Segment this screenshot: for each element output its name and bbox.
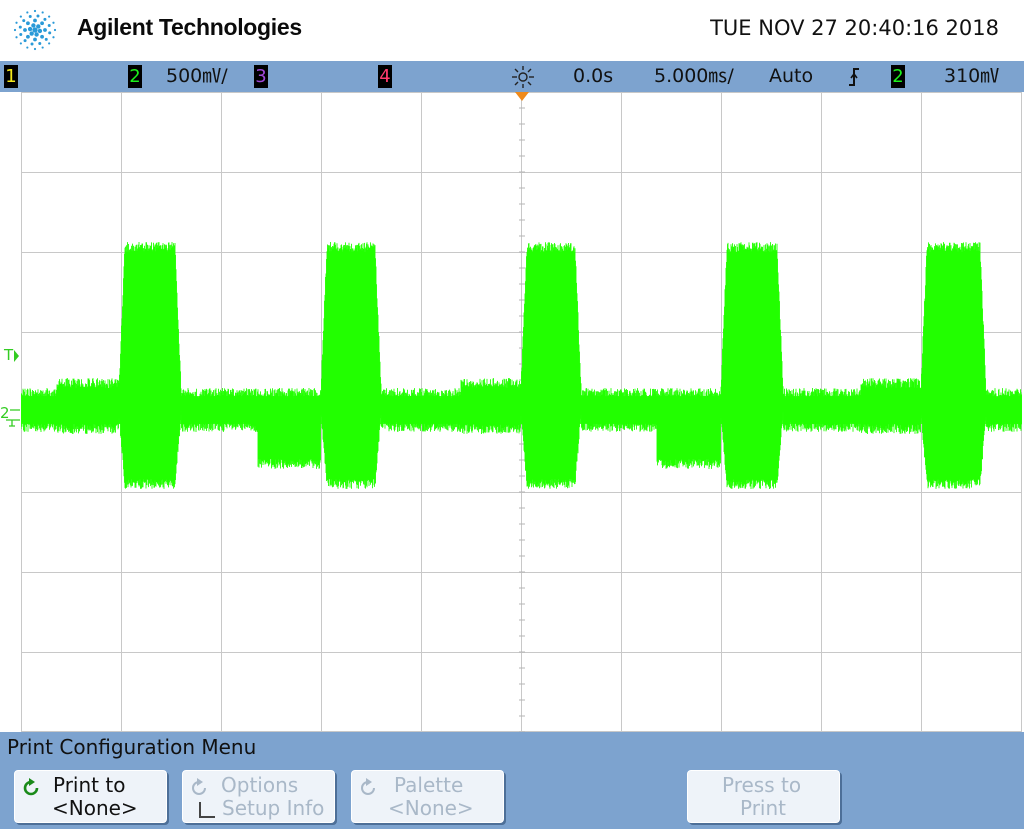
softkey-line1: Options — [221, 773, 299, 797]
trigger-source-indicator[interactable]: 2 — [891, 65, 905, 88]
rising-edge-icon — [849, 68, 859, 86]
time-delay: 0.0s — [573, 65, 614, 87]
trigger-level: 310㎷ — [944, 65, 1000, 87]
trigger-mode: Auto — [769, 65, 814, 87]
brand-name: Agilent Technologies — [77, 14, 302, 40]
softkey-line2: Setup Info — [222, 796, 325, 820]
channel-3-indicator[interactable]: 3 — [254, 65, 268, 88]
status-bar: 1 2 500㎷/ 3 4 0.0s 5.000㎳/ Auto 2 310㎷ — [0, 61, 1024, 92]
cycle-arrow-icon — [192, 778, 206, 795]
softkey-line1: Palette — [394, 773, 464, 797]
press-to-print-softkey[interactable]: Press to Print — [687, 770, 840, 823]
softkey-line2: Print — [740, 796, 787, 820]
options-softkey[interactable]: Options Setup Info — [182, 770, 335, 823]
softkey-line2: <None> — [388, 796, 474, 820]
cycle-arrow-icon — [23, 778, 39, 796]
time-scale: 5.000㎳/ — [654, 65, 734, 87]
channel-4-indicator[interactable]: 4 — [378, 65, 392, 88]
datetime-display: TUE NOV 27 20:40:16 2018 — [710, 16, 999, 40]
channel-2-indicator[interactable]: 2 — [128, 65, 142, 88]
header: Agilent Technologies TUE NOV 27 20:40:16… — [0, 0, 1024, 61]
graticule-and-trace — [21, 92, 1022, 732]
softkey-line1: Print to — [53, 773, 126, 797]
channel-1-indicator[interactable]: 1 — [4, 65, 18, 88]
palette-softkey[interactable]: Palette <None> — [351, 770, 504, 823]
agilent-spark-logo-icon — [13, 9, 57, 51]
print-to-softkey[interactable]: Print to <None> — [14, 770, 167, 823]
softkey-line2: <None> — [52, 796, 138, 820]
delay-knob-icon — [512, 66, 534, 88]
channel-2-scale: 500㎷/ — [166, 65, 228, 87]
softkey-menu: Print Configuration Menu Print to <None>… — [0, 732, 1024, 829]
cycle-arrow-icon — [361, 778, 375, 795]
left-marker-column: T 2 — [0, 92, 21, 732]
softkey-line1: Press to — [722, 773, 802, 797]
waveform-display[interactable] — [21, 92, 1022, 732]
trigger-level-marker: T — [3, 346, 14, 364]
trigger-position-marker-icon — [515, 92, 529, 101]
ground-reference-marker: 2 — [0, 404, 10, 422]
checkbox-icon — [199, 802, 215, 818]
menu-title: Print Configuration Menu — [7, 735, 257, 759]
